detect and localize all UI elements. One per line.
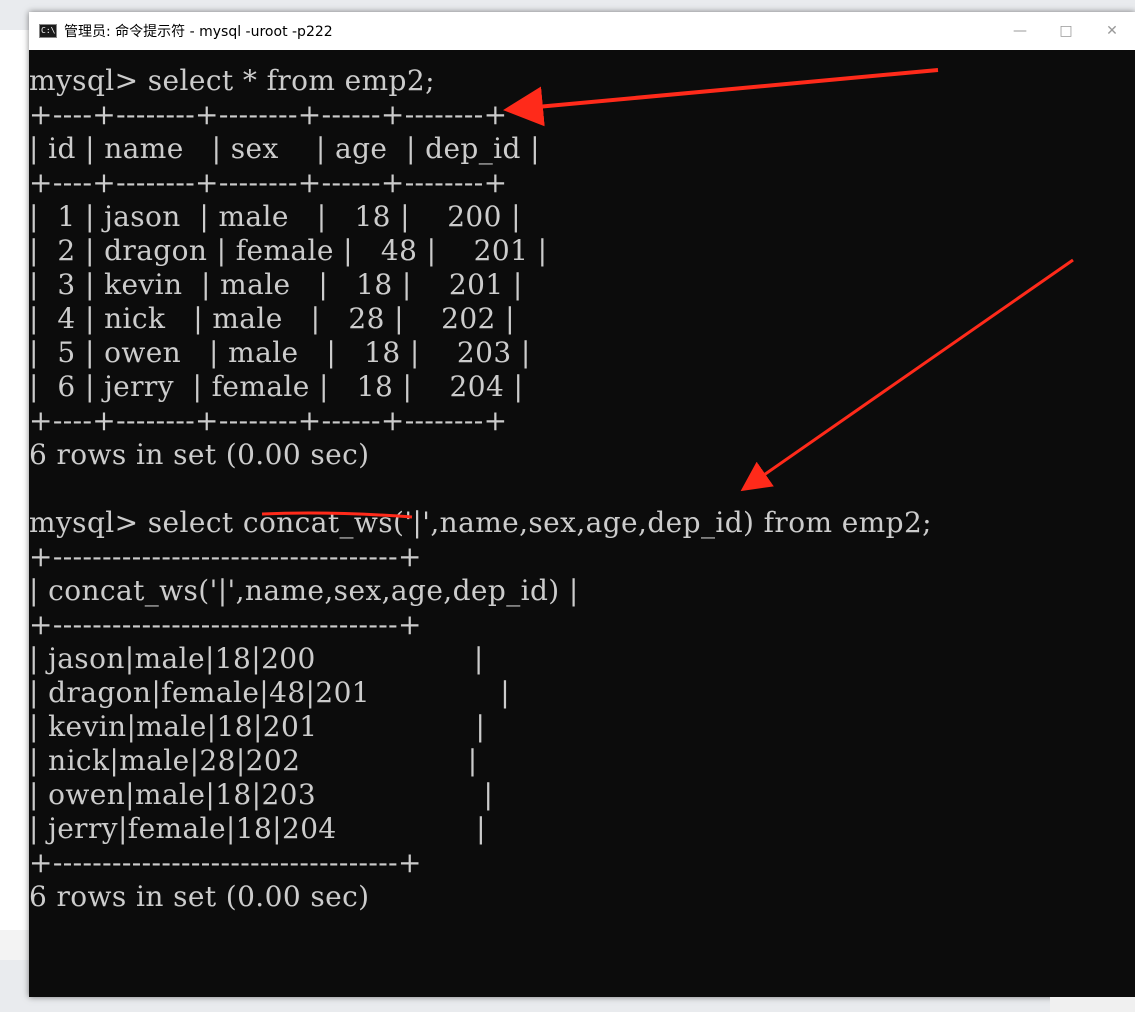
desktop-corner xyxy=(1050,997,1135,1012)
background-window xyxy=(0,30,31,930)
terminal-output[interactable]: mysql> select * from emp2; +----+--------… xyxy=(29,64,1135,914)
window-controls: — □ ✕ xyxy=(997,12,1135,50)
terminal-line: | 4 | nick | male | 28 | 202 | xyxy=(29,302,515,335)
background-taskbar-strip xyxy=(0,930,30,960)
terminal-line: +-----------------------------------+ xyxy=(29,846,422,879)
close-icon[interactable]: ✕ xyxy=(1089,12,1135,50)
terminal-line: | dragon|female|48|201 | xyxy=(29,676,511,709)
console-window[interactable]: C:\ 管理员: 命令提示符 - mysql -uroot -p222 — □ … xyxy=(29,12,1135,997)
terminal-line: | 1 | jason | male | 18 | 200 | xyxy=(29,200,521,233)
terminal-line: 6 rows in set (0.00 sec) xyxy=(29,880,370,913)
terminal-line: | nick|male|28|202 | xyxy=(29,744,478,777)
terminal-line: | 3 | kevin | male | 18 | 201 | xyxy=(29,268,523,301)
terminal-line: | jerry|female|18|204 | xyxy=(29,812,486,845)
minimize-icon[interactable]: — xyxy=(997,12,1043,50)
terminal-line: | owen|male|18|203 | xyxy=(29,778,494,811)
terminal-line: +----+--------+--------+------+--------+ xyxy=(29,98,508,131)
maximize-icon[interactable]: □ xyxy=(1043,12,1089,50)
cmd-icon: C:\ xyxy=(39,24,57,38)
terminal-line: | jason|male|18|200 | xyxy=(29,642,484,675)
terminal-line: | 5 | owen | male | 18 | 203 | xyxy=(29,336,531,369)
window-title: 管理员: 命令提示符 - mysql -uroot -p222 xyxy=(64,24,333,40)
terminal-line: +-----------------------------------+ xyxy=(29,540,422,573)
terminal-line: | kevin|male|18|201 | xyxy=(29,710,486,743)
terminal-line: +----+--------+--------+------+--------+ xyxy=(29,404,508,437)
terminal-line: +----+--------+--------+------+--------+ xyxy=(29,166,508,199)
title-bar[interactable]: C:\ 管理员: 命令提示符 - mysql -uroot -p222 — □ … xyxy=(29,12,1135,50)
terminal-line: | 2 | dragon | female | 48 | 201 | xyxy=(29,234,548,267)
terminal-line: 6 rows in set (0.00 sec) xyxy=(29,438,370,471)
terminal-line: | id | name | sex | age | dep_id | xyxy=(29,132,540,165)
terminal-line: | concat_ws('|',name,sex,age,dep_id) | xyxy=(29,574,579,607)
terminal-line: mysql> select * from emp2; xyxy=(29,64,435,97)
terminal-line: mysql> select concat_ws('|',name,sex,age… xyxy=(29,506,933,539)
terminal-line: +-----------------------------------+ xyxy=(29,608,422,641)
terminal-line: | 6 | jerry | female | 18 | 204 | xyxy=(29,370,524,403)
